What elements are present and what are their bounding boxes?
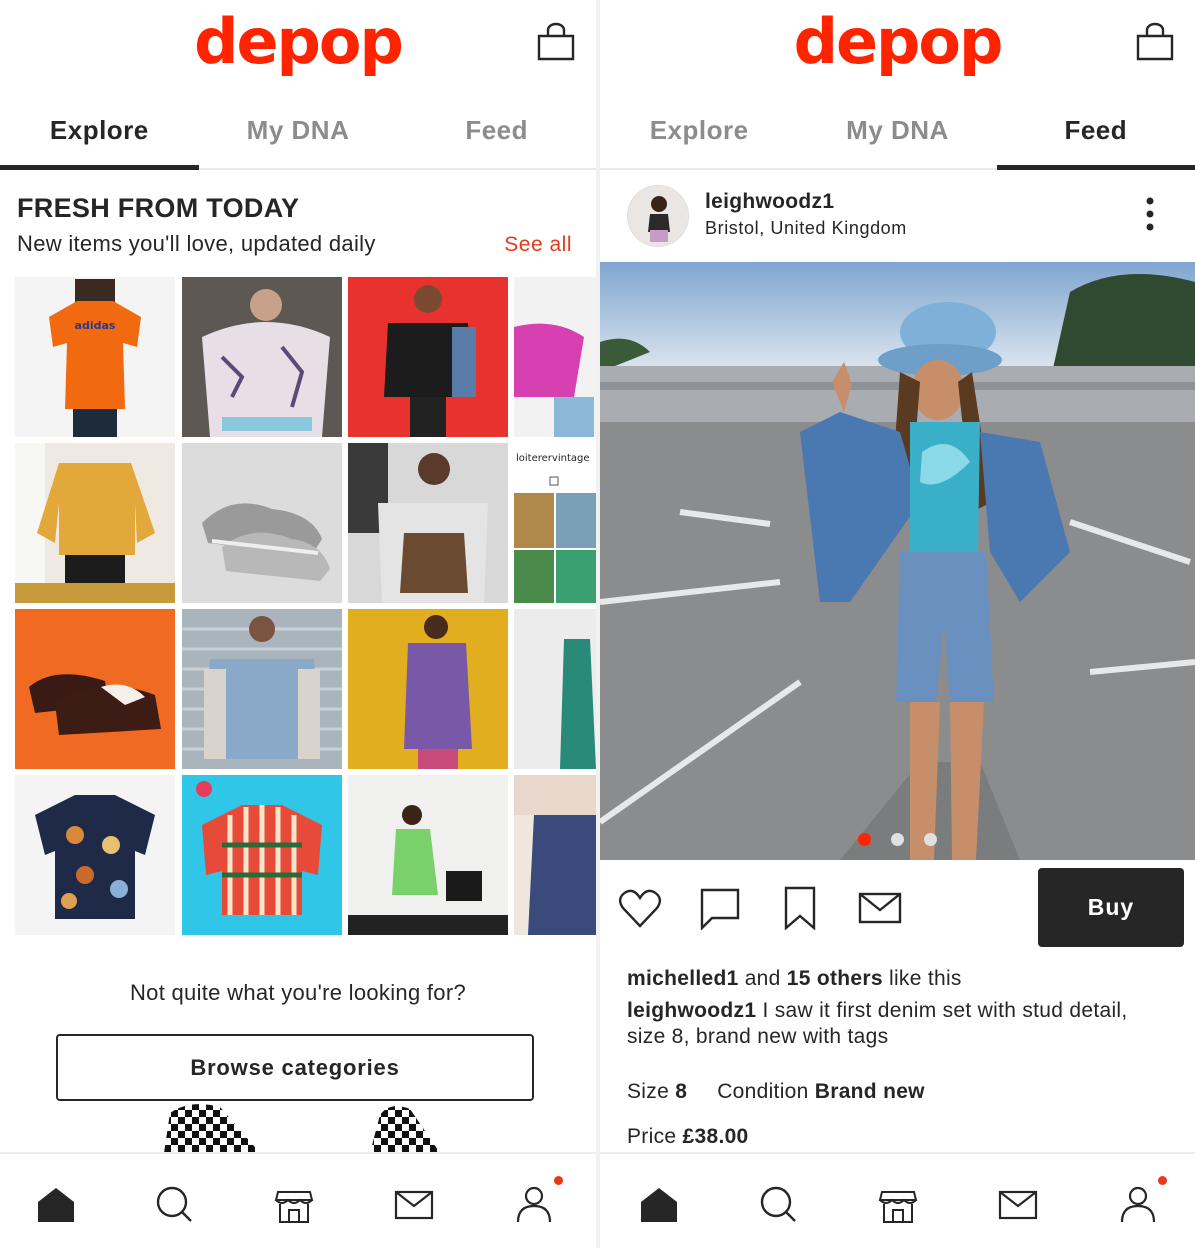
post-username[interactable]: leighwoodz1 [705, 190, 834, 214]
item-price: Price £38.00 [627, 1125, 749, 1148]
not-quite-text: Not quite what you're looking for? [129, 980, 467, 1005]
likes-others[interactable]: 15 others [787, 967, 883, 990]
product-tile-cargo-jeans[interactable] [514, 775, 596, 935]
shopping-bag-icon[interactable] [1135, 22, 1175, 62]
home-icon[interactable] [36, 1184, 76, 1224]
tab-feed[interactable]: Feed [996, 96, 1195, 170]
product-tile-varsity-jacket[interactable] [182, 609, 342, 769]
main-tabs: Explore My DNA Feed [600, 96, 1195, 170]
caption-username[interactable]: leighwoodz1 [627, 999, 756, 1022]
likes-text: michelled1 and 15 others like this [627, 967, 962, 990]
product-tile-pink-top[interactable] [514, 277, 596, 437]
tab-my-dna[interactable]: My DNA [798, 96, 996, 168]
price-value: £38.00 [682, 1125, 749, 1148]
item-attributes: Size 8 Condition Brand new [627, 1080, 925, 1103]
buy-button[interactable]: Buy [1038, 868, 1184, 947]
post-photo[interactable] [600, 262, 1195, 860]
depop-logo[interactable]: depop [600, 2, 1195, 82]
notification-dot [1158, 1176, 1167, 1185]
see-all-link[interactable]: See all [504, 233, 572, 257]
product-tile-lace-top[interactable] [348, 443, 508, 603]
carousel-dot[interactable] [924, 833, 937, 846]
post-caption: leighwoodz1 I saw it first denim set wit… [627, 998, 1167, 1050]
profile-icon[interactable] [514, 1184, 554, 1224]
depop-logo[interactable]: depop [0, 2, 596, 82]
feed-screen: depop Explore My DNA Feed leighwoodz1 Br… [600, 0, 1195, 1248]
tab-explore[interactable]: Explore [600, 96, 798, 168]
avatar[interactable] [627, 185, 689, 247]
condition-value: Brand new [814, 1080, 925, 1103]
product-tile-platform-sandals[interactable] [15, 609, 175, 769]
comment-icon[interactable] [698, 886, 742, 930]
messages-icon[interactable] [998, 1184, 1038, 1224]
messages-icon[interactable] [394, 1184, 434, 1224]
product-tile-silver-sneakers[interactable] [182, 443, 342, 603]
browse-categories-button[interactable]: Browse categories [56, 1034, 534, 1101]
section-title: FRESH FROM TODAY [17, 193, 300, 223]
product-tile-band-tee[interactable] [348, 277, 508, 437]
search-icon[interactable] [758, 1184, 798, 1224]
section-subtitle: New items you'll love, updated daily [17, 231, 376, 256]
tab-my-dna[interactable]: My DNA [199, 96, 398, 168]
shopping-bag-icon[interactable] [536, 22, 576, 62]
post-location: Bristol, United Kingdom [705, 218, 907, 238]
bottom-nav [0, 1152, 596, 1248]
more-options-icon[interactable] [1143, 195, 1157, 235]
carousel-indicator [600, 833, 1195, 846]
product-tile-coogi-sweater[interactable] [182, 775, 342, 935]
main-tabs: Explore My DNA Feed [0, 96, 596, 170]
profile-icon[interactable] [1118, 1184, 1158, 1224]
product-grid: adidas loiterervintage [15, 277, 596, 937]
shop-icon[interactable] [878, 1184, 918, 1224]
share-message-icon[interactable] [858, 886, 902, 930]
svg-text:adidas: adidas [75, 319, 116, 332]
category-teaser-image [150, 1103, 450, 1153]
svg-text:loiterervintage: loiterervintage [516, 453, 590, 464]
bottom-nav [600, 1152, 1195, 1248]
shop-icon[interactable] [274, 1184, 314, 1224]
product-tile-patterned-jacket[interactable] [182, 277, 342, 437]
size-value: 8 [675, 1080, 688, 1103]
product-tile-print-shirt[interactable] [15, 775, 175, 935]
notification-dot [554, 1176, 563, 1185]
product-tile-yellow-sweater[interactable] [15, 443, 175, 603]
explore-screen: depop Explore My DNA Feed FRESH FROM TOD… [0, 0, 596, 1248]
bookmark-icon[interactable] [778, 886, 822, 930]
carousel-dot[interactable] [891, 833, 904, 846]
product-tile-green-set[interactable] [348, 775, 508, 935]
heart-icon[interactable] [618, 886, 662, 930]
tab-explore[interactable]: Explore [0, 96, 199, 170]
product-tile-purple-coat[interactable] [348, 609, 508, 769]
liker-username[interactable]: michelled1 [627, 967, 739, 990]
tab-feed[interactable]: Feed [397, 96, 596, 168]
carousel-dot[interactable] [858, 833, 871, 846]
product-tile-green-dress[interactable] [514, 609, 596, 769]
search-icon[interactable] [154, 1184, 194, 1224]
product-tile-shop-collage[interactable]: loiterervintage [514, 443, 596, 603]
product-tile-orange-tee[interactable]: adidas [15, 277, 175, 437]
home-icon[interactable] [639, 1184, 679, 1224]
